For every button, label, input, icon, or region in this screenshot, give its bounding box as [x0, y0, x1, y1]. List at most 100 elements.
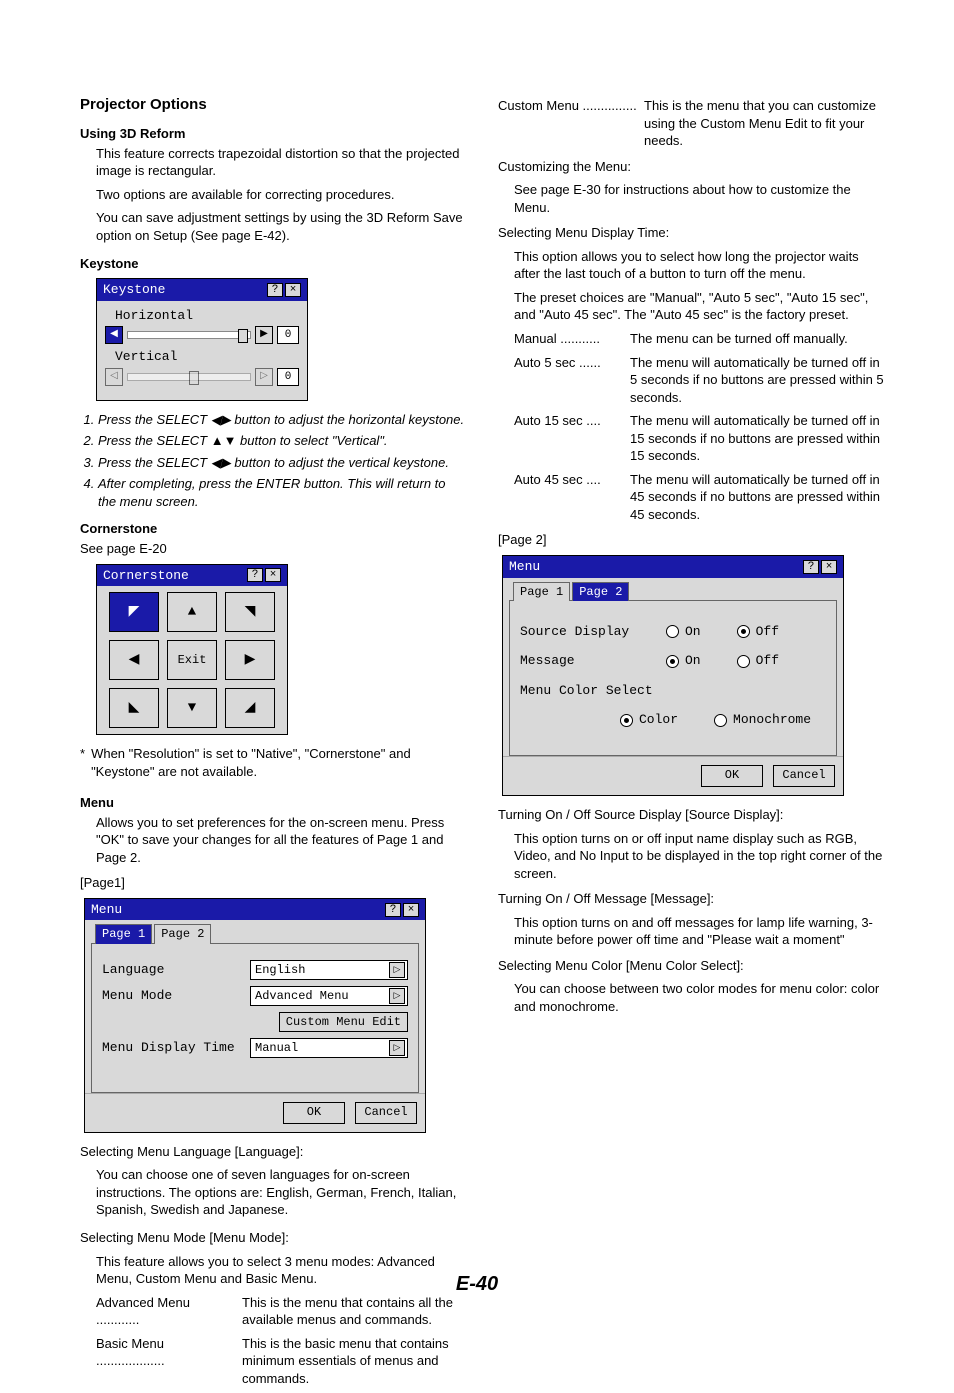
menu-page1-window: Menu ? × Page 1 Page 2 Language [84, 898, 426, 1133]
close-icon[interactable]: × [403, 903, 419, 917]
menu2-win-title: Menu [509, 558, 540, 576]
keystone-v-slider[interactable] [127, 373, 251, 381]
keystone-steps: Press the SELECT ◀▶ button to adjust the… [98, 411, 466, 511]
using-3d-p2: Two options are available for correcting… [96, 186, 466, 204]
customizing-heading: Customizing the Menu: [498, 158, 884, 176]
corner-b-button[interactable]: ▼ [167, 688, 217, 728]
menu-mode-label: Menu Mode [102, 987, 242, 1005]
off-label: Off [756, 623, 779, 641]
keystone-window: Keystone ? × Horizontal ◀ ▶ 0 Vertical [96, 278, 308, 401]
menu-page2-window: Menu ? × Page 1 Page 2 Source Display [502, 555, 844, 796]
language-value: English [255, 962, 305, 978]
mono-label: Monochrome [733, 711, 811, 729]
tab-page2[interactable]: Page 2 [154, 924, 211, 943]
arrow-right-icon[interactable]: ▷ [255, 368, 273, 386]
col-desc: You can choose between two color modes f… [514, 980, 884, 1015]
col-heading: Selecting Menu Color [Menu Color Select]… [498, 957, 884, 975]
display-time-select[interactable]: Manual ▷ [250, 1038, 408, 1058]
keystone-h-label: Horizontal [105, 307, 299, 325]
menu-mode-value: Advanced Menu [255, 988, 349, 1004]
corner-r-button[interactable]: ▶ [225, 640, 275, 680]
menu-color-label: Menu Color Select [520, 682, 826, 700]
cornerstone-footnote: When "Resolution" is set to "Native", "C… [91, 745, 466, 780]
corner-tr-button[interactable]: ◥ [225, 592, 275, 632]
keystone-h-slider[interactable] [127, 331, 251, 339]
menu-desc: Allows you to set preferences for the on… [96, 814, 466, 867]
custom-menu-term: Custom Menu ............... [498, 97, 638, 150]
manual-term: Manual ........... [514, 330, 624, 348]
source-display-label: Source Display [520, 623, 660, 641]
close-icon[interactable]: × [821, 560, 837, 574]
lang-desc: You can choose one of seven languages fo… [96, 1166, 466, 1219]
help-icon[interactable]: ? [247, 568, 263, 582]
color-label: Color [639, 711, 678, 729]
message-on-radio[interactable] [666, 655, 679, 668]
auto5-term: Auto 5 sec ...... [514, 354, 624, 407]
menu-mode-select[interactable]: Advanced Menu ▷ [250, 986, 408, 1006]
source-on-radio[interactable] [666, 625, 679, 638]
step-1: Press the SELECT ◀▶ button to adjust the… [98, 411, 466, 429]
cornerstone-heading: Cornerstone [80, 520, 466, 538]
source-off-radio[interactable] [737, 625, 750, 638]
corner-bl-button[interactable]: ◣ [109, 688, 159, 728]
auto15-term: Auto 15 sec .... [514, 412, 624, 465]
chevron-right-icon: ▷ [389, 1040, 405, 1056]
keystone-heading: Keystone [80, 255, 466, 273]
menu-win-title: Menu [91, 901, 122, 919]
message-off-radio[interactable] [737, 655, 750, 668]
corner-br-button[interactable]: ◢ [225, 688, 275, 728]
tab-page1[interactable]: Page 1 [95, 924, 152, 943]
step-3: Press the SELECT ◀▶ button to adjust the… [98, 454, 466, 472]
chevron-right-icon: ▷ [389, 962, 405, 978]
on-label: On [685, 623, 701, 641]
language-select[interactable]: English ▷ [250, 960, 408, 980]
help-icon[interactable]: ? [385, 903, 401, 917]
footnote-star: * [80, 745, 85, 780]
step-4: After completing, press the ENTER button… [98, 475, 466, 510]
msg-desc: This option turns on and off messages fo… [514, 914, 884, 949]
cancel-button[interactable]: Cancel [773, 765, 835, 787]
displaytime-heading: Selecting Menu Display Time: [498, 224, 884, 242]
step-2: Press the SELECT ▲▼ button to select "Ve… [98, 432, 466, 450]
arrow-left-icon[interactable]: ◀ [105, 326, 123, 344]
mode-heading: Selecting Menu Mode [Menu Mode]: [80, 1229, 466, 1247]
message-label: Message [520, 652, 660, 670]
color-radio[interactable] [620, 714, 633, 727]
basic-menu-desc: This is the basic menu that contains min… [236, 1335, 466, 1388]
cornerstone-seepage: See page E-20 [80, 540, 466, 558]
corner-l-button[interactable]: ◀ [109, 640, 159, 680]
keystone-v-value: 0 [277, 368, 299, 386]
arrow-right-icon[interactable]: ▶ [255, 326, 273, 344]
off-label: Off [756, 652, 779, 670]
language-label: Language [102, 961, 242, 979]
exit-button[interactable]: Exit [167, 640, 217, 680]
page1-label: [Page1] [80, 874, 466, 892]
manual-desc: The menu can be turned off manually. [624, 330, 884, 348]
cancel-button[interactable]: Cancel [355, 1102, 417, 1124]
cornerstone-win-title: Cornerstone [103, 567, 189, 585]
chevron-right-icon: ▷ [389, 988, 405, 1004]
close-icon[interactable]: × [285, 283, 301, 297]
auto45-term: Auto 45 sec .... [514, 471, 624, 524]
tab-page2[interactable]: Page 2 [572, 582, 629, 601]
arrow-left-icon[interactable]: ◁ [105, 368, 123, 386]
help-icon[interactable]: ? [267, 283, 283, 297]
custom-menu-edit-button[interactable]: Custom Menu Edit [279, 1012, 408, 1032]
help-icon[interactable]: ? [803, 560, 819, 574]
keystone-v-label: Vertical [105, 348, 299, 366]
corner-t-button[interactable]: ▲ [167, 592, 217, 632]
basic-menu-term: Basic Menu ................... [96, 1335, 236, 1388]
ok-button[interactable]: OK [701, 765, 763, 787]
using-3d-heading: Using 3D Reform [80, 125, 466, 143]
close-icon[interactable]: × [265, 568, 281, 582]
ok-button[interactable]: OK [283, 1102, 345, 1124]
advanced-menu-desc: This is the menu that contains all the a… [236, 1294, 466, 1329]
auto15-desc: The menu will automatically be turned of… [624, 412, 884, 465]
auto45-desc: The menu will automatically be turned of… [624, 471, 884, 524]
tab-page1[interactable]: Page 1 [513, 582, 570, 601]
corner-tl-button[interactable]: ◤ [109, 592, 159, 632]
advanced-menu-term: Advanced Menu ............ [96, 1294, 236, 1329]
auto5-desc: The menu will automatically be turned of… [624, 354, 884, 407]
mono-radio[interactable] [714, 714, 727, 727]
keystone-h-value: 0 [277, 326, 299, 344]
